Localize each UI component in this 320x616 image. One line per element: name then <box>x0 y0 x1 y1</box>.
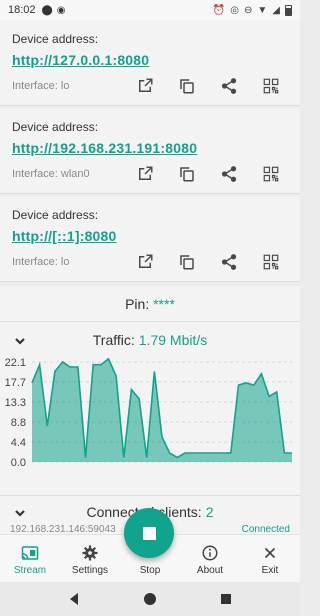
traffic-chart-svg: 22.1 17.7 13.3 8.8 4.4 0.0 <box>5 357 292 469</box>
device-address-label: Device address: <box>12 32 99 46</box>
device-address-card: Device address: http://[::1]:8080 Interf… <box>0 196 300 282</box>
gear-icon <box>80 543 100 563</box>
nav-about[interactable]: About <box>180 535 240 582</box>
nav-stream[interactable]: Stream <box>0 535 60 582</box>
traffic-chart: 22.1 17.7 13.3 8.8 4.4 0.0 <box>0 357 300 494</box>
nav-stop-label: Stop <box>139 565 161 576</box>
interface-label: Interface: wlan0 <box>12 168 90 180</box>
wifi-icon: ▼ <box>257 4 268 16</box>
copy-icon[interactable] <box>176 75 198 97</box>
chart-y-tick-label: 0.0 <box>11 457 26 469</box>
chart-y-tick-label: 13.3 <box>5 397 26 409</box>
copy-icon[interactable] <box>176 163 198 185</box>
client-address: 192.168.231.146:59043 <box>10 524 116 534</box>
pin-value: **** <box>153 296 175 312</box>
device-address-link[interactable]: http://[::1]:8080 <box>12 228 117 244</box>
nav-exit[interactable]: Exit <box>240 535 300 582</box>
signal-icon: ◢ <box>272 4 280 16</box>
notification-icon: ⬤ <box>41 4 53 16</box>
main-content[interactable]: Device address: http://127.0.0.1:8080 In… <box>0 20 300 534</box>
device-address-label: Device address: <box>12 120 99 134</box>
open-in-browser-icon[interactable] <box>134 251 156 273</box>
traffic-value: 1.79 Mbit/s <box>138 332 208 348</box>
interface-label: Interface: lo <box>12 256 70 268</box>
cast-icon <box>20 543 40 563</box>
chart-area <box>32 358 292 462</box>
stop-button[interactable] <box>124 508 174 558</box>
traffic-section: Traffic: 1.79 Mbit/s 22.1 17.7 13.3 8.8 4.4 0… <box>0 322 300 496</box>
open-in-browser-icon[interactable] <box>134 163 156 185</box>
eye-icon: ◎ <box>230 4 239 16</box>
open-in-browser-icon[interactable] <box>134 75 156 97</box>
battery-icon <box>285 4 292 16</box>
system-navigation-bar <box>0 582 300 616</box>
device-address-card: Device address: http://127.0.0.1:8080 In… <box>0 20 300 106</box>
device-address-link[interactable]: http://127.0.0.1:8080 <box>12 52 149 68</box>
nav-settings[interactable]: Settings <box>60 535 120 582</box>
pin-label: Pin: <box>125 296 150 312</box>
nav-stream-label: Stream <box>13 565 47 576</box>
share-icon[interactable] <box>218 75 240 97</box>
home-icon[interactable] <box>143 592 157 606</box>
pin-section: Pin: **** <box>0 286 300 322</box>
traffic-header[interactable]: Traffic: 1.79 Mbit/s <box>0 322 300 358</box>
alarm-icon: ⏰ <box>212 4 226 16</box>
stop-icon <box>142 526 156 540</box>
chart-y-tick-label: 22.1 <box>5 358 26 369</box>
chevron-down-icon[interactable] <box>14 334 26 346</box>
copy-icon[interactable] <box>176 251 198 273</box>
qr-code-icon[interactable] <box>260 75 282 97</box>
chart-y-tick-label: 17.7 <box>5 377 26 389</box>
status-bar: 18:02 ⬤ ◉ ⏰ ◎ ⊖ ▼ ◢ <box>0 0 300 20</box>
chart-y-tick-label: 4.4 <box>11 437 26 449</box>
qr-code-icon[interactable] <box>260 163 282 185</box>
client-status: Connected <box>241 524 290 534</box>
info-icon <box>200 543 220 563</box>
back-icon[interactable] <box>67 592 81 606</box>
traffic-label: Traffic: <box>92 332 135 348</box>
status-time: 18:02 <box>8 4 36 16</box>
nav-about-label: About <box>196 565 224 576</box>
interface-label: Interface: lo <box>12 80 70 92</box>
chevron-down-icon[interactable] <box>14 506 26 518</box>
share-icon[interactable] <box>218 163 240 185</box>
nav-settings-label: Settings <box>71 565 109 576</box>
recents-icon[interactable] <box>219 592 233 606</box>
share-icon[interactable] <box>218 251 240 273</box>
nav-exit-label: Exit <box>261 565 279 576</box>
qr-code-icon[interactable] <box>260 251 282 273</box>
device-address-link[interactable]: http://192.168.231.191:8080 <box>12 140 197 156</box>
github-icon: ◉ <box>56 4 66 16</box>
dnd-icon: ⊖ <box>244 4 253 16</box>
chart-y-tick-label: 8.8 <box>11 417 26 429</box>
clients-count: 2 <box>205 504 214 520</box>
close-icon <box>260 543 280 563</box>
device-address-label: Device address: <box>12 208 99 222</box>
device-address-card: Device address: http://192.168.231.191:8… <box>0 108 300 194</box>
